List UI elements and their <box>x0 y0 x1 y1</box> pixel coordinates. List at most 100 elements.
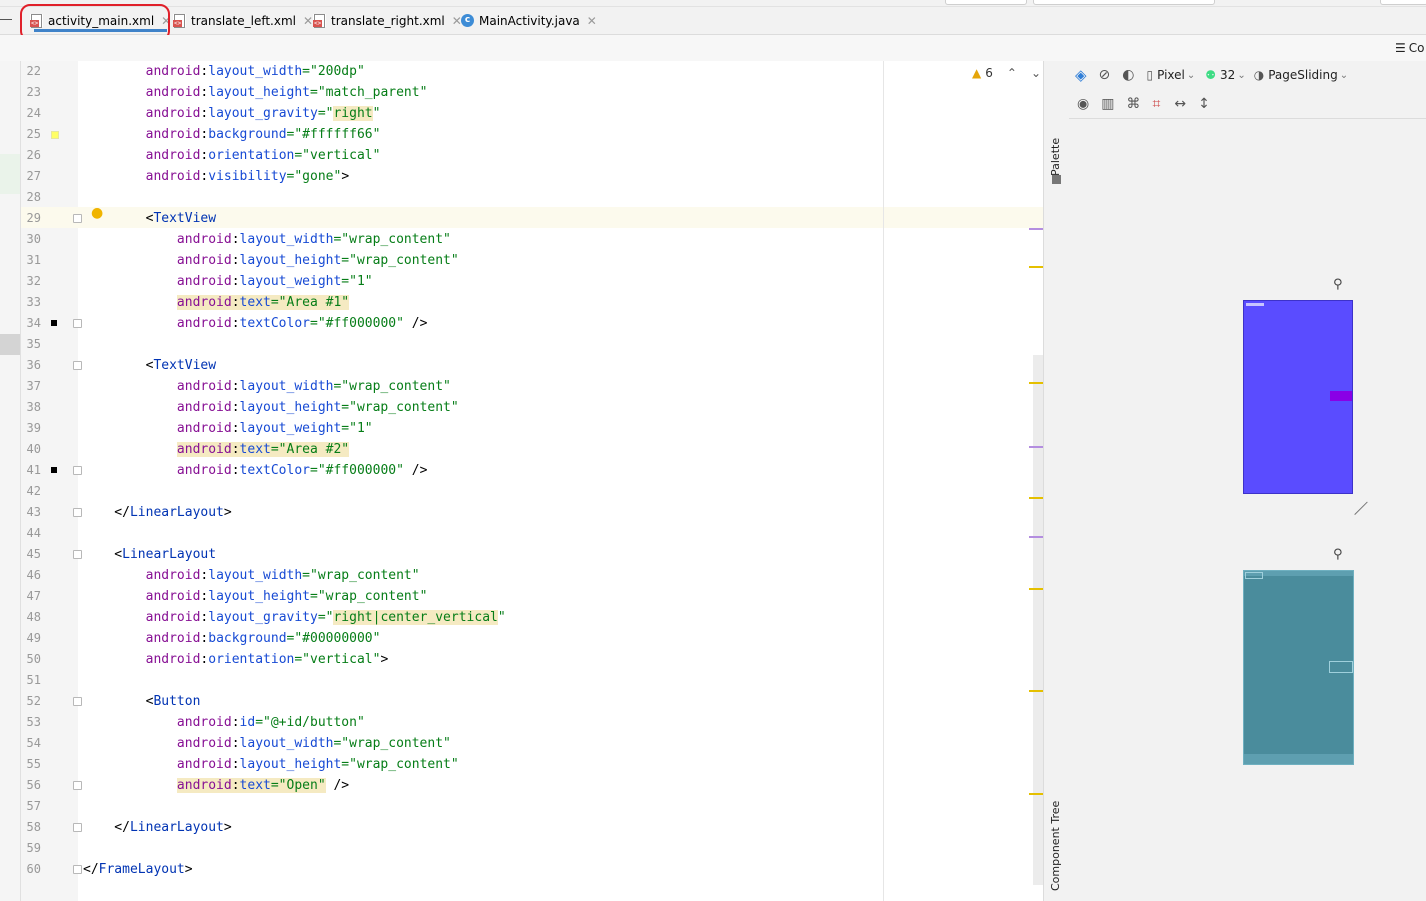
fold-marker[interactable] <box>73 823 82 832</box>
orientation-icon[interactable]: ⊘ <box>1099 67 1111 83</box>
code-line[interactable]: android:orientation="vertical"> <box>83 649 389 670</box>
code-mode-button[interactable]: ☰ Co <box>1395 41 1425 55</box>
error-stripe-mark[interactable] <box>1029 266 1043 268</box>
color-swatch-marker[interactable] <box>51 320 57 326</box>
fold-marker[interactable] <box>73 466 82 475</box>
fold-marker[interactable] <box>73 319 82 328</box>
error-stripe-mark[interactable] <box>1029 793 1043 795</box>
code-token: > <box>223 820 232 835</box>
margins-icon[interactable]: ▥ <box>1101 96 1114 112</box>
fold-marker[interactable] <box>73 697 82 706</box>
tab-translate-right[interactable]: translate_right.xml ✕ <box>313 7 462 34</box>
color-swatch-marker[interactable] <box>51 467 57 473</box>
code-token: orientation <box>208 652 295 667</box>
code-line[interactable]: android:layout_gravity="right" <box>83 103 380 124</box>
error-stripe-mark[interactable] <box>1029 588 1043 590</box>
autoconnect-off-icon[interactable]: ⌘ <box>1126 96 1140 112</box>
line-number: 36 <box>26 358 41 372</box>
palette-tab[interactable]: Palette <box>1049 138 1062 176</box>
design-preview[interactable] <box>1243 300 1353 494</box>
close-icon[interactable]: ✕ <box>303 14 313 28</box>
code-line[interactable]: android:id="@+id/button" <box>83 712 365 733</box>
code-line[interactable]: android:layout_height="match_parent" <box>83 82 428 103</box>
device-selector[interactable]: Pixel <box>1157 68 1185 82</box>
expand-horizontal-icon[interactable]: ↔ <box>1174 96 1186 112</box>
clear-constraints-icon[interactable]: ⌗ <box>1152 96 1160 112</box>
code-line[interactable]: android:layout_height="wrap_content" <box>83 397 459 418</box>
api-selector[interactable]: 32 <box>1220 68 1235 82</box>
code-line[interactable]: android:layout_width="200dp" <box>83 61 365 82</box>
code-line[interactable]: </FrameLayout> <box>83 859 193 880</box>
code-line[interactable]: android:background="#00000000" <box>83 628 381 649</box>
fold-marker[interactable] <box>73 508 82 517</box>
chevron-up-icon[interactable]: ⌃ <box>1007 66 1017 80</box>
code-line[interactable]: <LinearLayout <box>83 544 216 565</box>
code-line[interactable]: </LinearLayout> <box>83 502 231 523</box>
code-line[interactable]: android:layout_height="wrap_content" <box>83 586 428 607</box>
code-line[interactable]: android:layout_width="wrap_content" <box>83 733 451 754</box>
code-line[interactable]: android:layout_width="wrap_content" <box>83 376 451 397</box>
blueprint-preview[interactable] <box>1243 570 1354 765</box>
pin-icon[interactable]: ⚲ <box>1333 547 1343 562</box>
tab-translate-left[interactable]: translate_left.xml ✕ <box>173 7 313 34</box>
tab-main-activity[interactable]: c MainActivity.java ✕ <box>461 7 597 34</box>
code-line[interactable]: android:background="#ffffff66" <box>83 124 381 145</box>
code-line[interactable]: android:layout_width="wrap_content" <box>83 565 420 586</box>
design-toolbar-bottom: ◉ ▥ ⌘ ⌗ ↔ ↕ <box>1069 90 1426 119</box>
code-line[interactable]: android:visibility="gone"> <box>83 166 350 187</box>
code-line[interactable]: android:orientation="vertical" <box>83 145 381 166</box>
color-swatch-marker[interactable] <box>51 131 59 139</box>
chevron-down-icon[interactable]: ⌄ <box>1031 66 1041 80</box>
code-line[interactable]: <Button <box>83 691 201 712</box>
minimize-icon[interactable] <box>0 19 12 20</box>
error-stripe-mark[interactable] <box>1029 446 1043 448</box>
code-token: android <box>145 589 201 604</box>
code-line[interactable]: <TextView <box>83 355 216 376</box>
code-line[interactable]: android:layout_height="wrap_content" <box>83 250 459 271</box>
theme-selector[interactable]: PageSliding <box>1268 68 1338 82</box>
code-line[interactable]: android:text="Area #2" <box>83 439 350 460</box>
code-token: ="gone" <box>286 169 342 184</box>
fold-marker[interactable] <box>73 865 82 874</box>
expand-vertical-icon[interactable]: ↕ <box>1198 96 1210 112</box>
scrollbar[interactable] <box>1033 355 1043 885</box>
pin-icon[interactable]: ⚲ <box>1333 277 1343 292</box>
code-line[interactable]: android:textColor="#ff000000" /> <box>83 460 427 481</box>
eye-icon[interactable]: ◉ <box>1077 96 1089 112</box>
code-line[interactable]: android:layout_gravity="right|center_ver… <box>83 607 506 628</box>
layers-icon[interactable]: ◈ <box>1075 66 1087 84</box>
code-line[interactable]: android:layout_height="wrap_content" <box>83 754 459 775</box>
fold-marker[interactable] <box>73 781 82 790</box>
code-token: : <box>231 295 240 310</box>
code-token: TextView <box>153 211 217 226</box>
code-token: ="Area #2" <box>270 442 350 457</box>
fold-marker[interactable] <box>73 550 82 559</box>
code-line[interactable]: android:layout_weight="1" <box>83 418 373 439</box>
code-token: layout_weight <box>239 274 342 289</box>
code-line[interactable]: android:text="Area #1" <box>83 292 350 313</box>
code-line[interactable]: </LinearLayout> <box>83 817 232 838</box>
code-token: Button <box>153 694 201 709</box>
close-icon[interactable]: ✕ <box>587 14 597 28</box>
error-stripe-mark[interactable] <box>1029 382 1043 384</box>
fold-marker[interactable] <box>73 214 82 223</box>
error-stripe-mark[interactable] <box>1029 228 1043 230</box>
component-tree-tab[interactable]: Component Tree <box>1049 801 1062 891</box>
code-line[interactable]: android:text="Open" /> <box>83 775 349 796</box>
error-stripe-mark[interactable] <box>1029 536 1043 538</box>
code-line[interactable]: android:layout_weight="1" <box>83 271 373 292</box>
code-token: ="wrap_content" <box>302 568 420 583</box>
error-stripe-mark[interactable] <box>1029 497 1043 499</box>
lightbulb-icon[interactable]: ● <box>91 205 103 221</box>
code-line[interactable]: android:layout_width="wrap_content" <box>83 229 451 250</box>
code-token: : <box>231 400 240 415</box>
night-mode-icon[interactable]: ◐ <box>1122 67 1134 83</box>
inspection-widget[interactable]: ▲ 6 ⌃ ⌄ <box>972 66 1041 80</box>
code-line[interactable]: android:textColor="#ff000000" /> <box>83 313 427 334</box>
error-stripe-mark[interactable] <box>1029 690 1043 692</box>
fold-marker[interactable] <box>73 361 82 370</box>
